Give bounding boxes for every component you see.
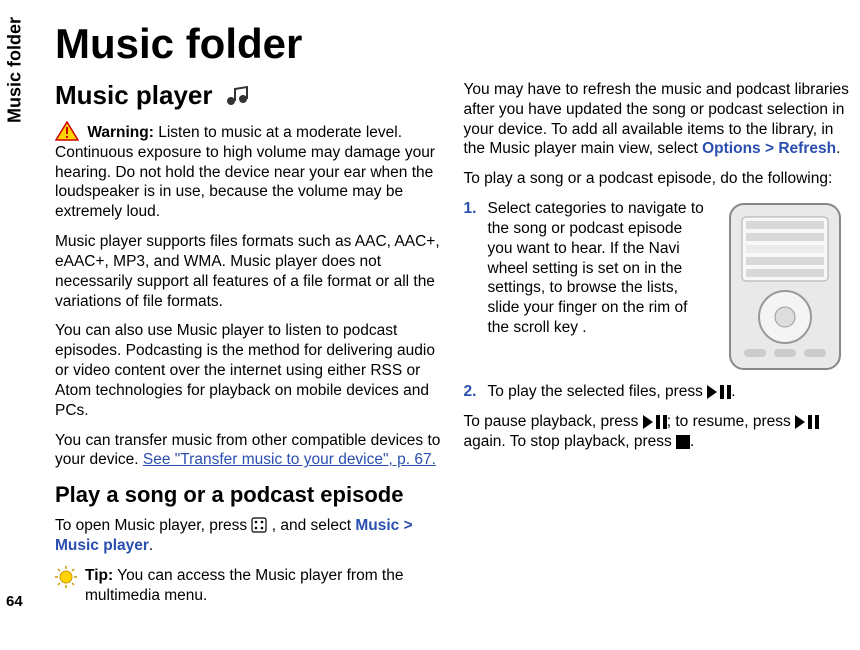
step-1-text: Select categories to navigate to the son… (488, 199, 711, 338)
gt-2: > (761, 140, 779, 157)
stop-icon (676, 435, 690, 449)
formats-paragraph: Music player supports files formats such… (55, 232, 442, 311)
steps-list: Select categories to navigate to the son… (464, 199, 851, 402)
refresh-paragraph: You may have to refresh the music and po… (464, 80, 851, 159)
music-player-icon (223, 83, 253, 109)
pause-paragraph: To pause playback, press ; to resume, pr… (464, 412, 851, 452)
play-pause-icon-2 (643, 415, 667, 429)
pause-pre: To pause playback, press (464, 413, 643, 430)
warning-label: Warning: (87, 124, 154, 141)
page-root: Music folder 64 Music folder Music playe… (0, 0, 860, 650)
device-illustration (720, 199, 850, 374)
options-softlabel: Options (702, 140, 761, 157)
page-number: 64 (6, 593, 23, 610)
side-tab-music-folder: Music folder (0, 0, 30, 140)
tip-label: Tip: (85, 567, 113, 584)
warning-paragraph: Warning: Listen to music at a moderate l… (55, 121, 442, 222)
period-2: . (836, 140, 840, 157)
content-columns: Music player Warning: Listen to music at… (55, 80, 850, 620)
step-2-pre: To play the selected files, press (488, 383, 708, 400)
page-title: Music folder (55, 20, 850, 68)
pause-mid: ; to resume, press (667, 413, 795, 430)
pause-again: again. To stop playback, press (464, 433, 677, 450)
tip-text-wrap: Tip: You can access the Music player fro… (85, 566, 442, 606)
tip-row: Tip: You can access the Music player fro… (55, 566, 442, 606)
step-1: Select categories to navigate to the son… (464, 199, 851, 374)
music-player-heading: Music player (55, 80, 442, 111)
open-player-paragraph: To open Music player, press , and select… (55, 516, 442, 556)
open-player-post: , and select (272, 517, 356, 534)
play-pause-icon-3 (795, 415, 819, 429)
music-player-softlabel: Music player (55, 537, 149, 554)
podcast-paragraph: You can also use Music player to listen … (55, 321, 442, 420)
warning-icon (55, 121, 79, 141)
play-song-heading: Play a song or a podcast episode (55, 482, 442, 508)
menu-key-icon (251, 517, 267, 533)
step-2: To play the selected files, press . (464, 382, 851, 402)
to-play-intro: To play a song or a podcast episode, do … (464, 169, 851, 189)
tip-body: You can access the Music player from the… (85, 567, 403, 604)
gt-1: > (399, 517, 412, 534)
tip-icon (55, 566, 77, 588)
open-player-pre: To open Music player, press (55, 517, 251, 534)
step-2-post: . (731, 383, 735, 400)
transfer-music-link[interactable]: See "Transfer music to your device", p. … (143, 451, 436, 468)
period-1: . (149, 537, 153, 554)
music-softlabel: Music (355, 517, 399, 534)
music-player-heading-text: Music player (55, 80, 213, 111)
play-pause-icon (707, 385, 731, 399)
pause-end: . (690, 433, 694, 450)
transfer-paragraph: You can transfer music from other compat… (55, 431, 442, 471)
refresh-softlabel: Refresh (778, 140, 836, 157)
